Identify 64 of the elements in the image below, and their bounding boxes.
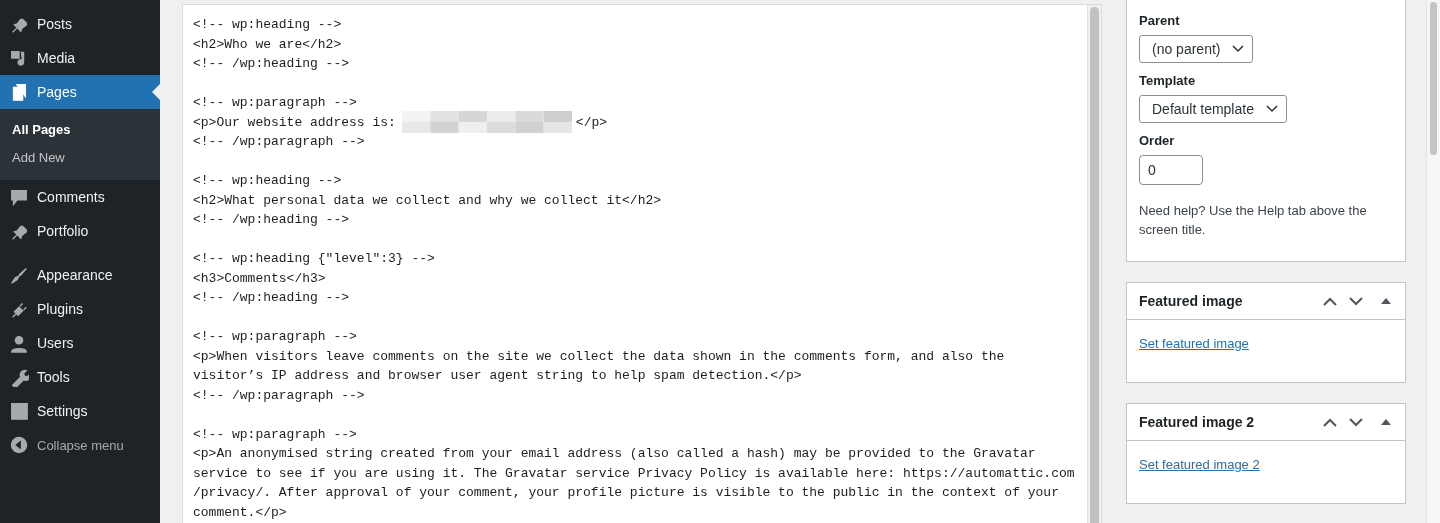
- sidebar-item[interactable]: Appearance: [0, 258, 160, 292]
- code-line: visitor’s IP address and browser user agent string to help spam detection.</p>: [193, 367, 802, 385]
- code-line: <!-- /wp:paragraph -->: [193, 133, 365, 151]
- chevron-down-icon: [1265, 105, 1278, 113]
- code-line: <!-- wp:heading -->: [193, 16, 342, 34]
- menu-icon: [9, 265, 29, 285]
- sidebar-item[interactable]: Portfolio: [0, 214, 160, 248]
- field-label: Order: [1139, 133, 1176, 148]
- panel-title: Featured image 2: [1139, 414, 1256, 430]
- code-line: <!-- /wp:heading -->: [193, 289, 350, 307]
- sidebar-item[interactable]: Collapse menu: [0, 428, 160, 462]
- move-up-icon[interactable]: [1323, 417, 1337, 427]
- chevron-down-icon: [1232, 45, 1245, 53]
- submenu-item[interactable]: All Pages: [0, 116, 160, 144]
- sidebar-item[interactable]: Users: [0, 326, 160, 360]
- panel-title: Featured image: [1139, 293, 1244, 309]
- set-featured-image-link[interactable]: Set featured image 2: [1139, 457, 1260, 472]
- code-line: <!-- wp:heading {"level":3} -->: [193, 250, 435, 268]
- sidebar-item[interactable]: Media: [0, 41, 160, 75]
- select-dropdown[interactable]: (no parent): [1139, 35, 1254, 63]
- scrollbar[interactable]: [1087, 5, 1101, 523]
- sidebar-item[interactable]: Tools: [0, 360, 160, 394]
- menu-icon: [9, 333, 29, 353]
- sidebar-item[interactable]: Settings: [0, 394, 160, 428]
- move-down-icon[interactable]: [1349, 417, 1363, 427]
- collapse-icon: [9, 435, 29, 455]
- sidebar-item[interactable]: Plugins: [0, 292, 160, 326]
- code-line: service to see if you are using it. The Gravatar service Privacy Policy is available here: https://automattic.com: [193, 464, 1075, 483]
- code-line: </p>: [575, 113, 608, 132]
- menu-icon: [9, 367, 29, 387]
- code-line: <!-- /wp:heading -->: [193, 55, 350, 73]
- order-input[interactable]: 0: [1139, 155, 1203, 185]
- page-scrollbar[interactable]: [1426, 0, 1440, 523]
- code-line: <!-- wp:heading -->: [193, 172, 342, 190]
- code-line: <p>When visitors leave comments on the site we collect the data shown in the comments form, and also the: [193, 347, 1005, 366]
- toggle-panel-icon[interactable]: [1381, 298, 1391, 304]
- code-line: <!-- wp:paragraph -->: [193, 94, 357, 112]
- set-featured-image-link[interactable]: Set featured image: [1139, 336, 1249, 351]
- code-line: <!-- wp:paragraph -->: [193, 425, 357, 444]
- code-line: /privacy/. After approval of your comment, your profile picture is visible to the public in the context of your: [193, 484, 1059, 502]
- code-line: <!-- /wp:heading -->: [193, 211, 350, 229]
- move-down-icon[interactable]: [1349, 296, 1363, 306]
- sidebar-item[interactable]: Comments: [0, 180, 160, 214]
- current-pointer-icon: [152, 84, 160, 100]
- code-line: <p>An anonymised string created from your email address (also called a hash) may be provided to the Gravatar: [193, 445, 1036, 463]
- field-label: Template: [1139, 73, 1197, 88]
- code-line: <p>Our website address is:: [193, 113, 396, 132]
- select-dropdown[interactable]: Default template: [1139, 95, 1287, 123]
- field-label: Parent: [1139, 13, 1181, 28]
- menu-icon: [9, 401, 29, 421]
- help-text: Need help? Use the Help tab above the screen title.: [1139, 202, 1368, 239]
- toggle-panel-icon[interactable]: [1381, 419, 1391, 425]
- menu-icon: [9, 187, 29, 207]
- move-up-icon[interactable]: [1323, 296, 1337, 306]
- code-line: <!-- /wp:paragraph -->: [193, 386, 365, 405]
- code-line: <h2>What personal data we collect and why we collect it</h2>: [193, 191, 662, 210]
- code-line: <h2>Who we are</h2>: [193, 35, 342, 54]
- code-line: <!-- wp:paragraph -->: [193, 328, 357, 346]
- code-editor[interactable]: [182, 4, 1102, 523]
- code-line: <h3>Comments</h3>: [193, 269, 326, 288]
- code-line: comment.</p>: [193, 503, 287, 522]
- sidebar-item[interactable]: Posts: [0, 7, 160, 41]
- submenu-item[interactable]: Add New: [0, 144, 160, 172]
- sidebar-item[interactable]: Pages: [0, 75, 160, 109]
